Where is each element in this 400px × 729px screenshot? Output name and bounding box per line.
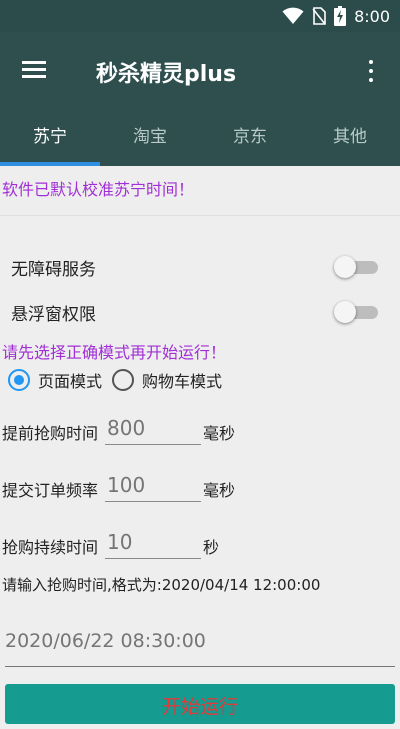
accessibility-label: 无障碍服务 [11,260,96,280]
tab-taobao[interactable]: 淘宝 [100,112,200,166]
battery-charging-icon [334,6,347,26]
status-bar: 8:00 [0,0,400,32]
divider [0,215,400,216]
cart-mode-radio[interactable] [112,369,135,391]
purchase-time-input[interactable] [5,616,395,667]
mode-warning: 请先选择正确模式再开始运行！ [2,343,227,362]
overlay-permission-label: 悬浮窗权限 [11,305,96,325]
no-sim-icon [312,7,326,25]
tab-suning[interactable]: 苏宁 [0,112,100,166]
advance-time-label: 提前抢购时间 [2,424,99,443]
overlay-permission-toggle[interactable] [334,299,380,323]
start-button[interactable]: 开始运行 [5,684,395,724]
page-mode-radio[interactable] [8,369,30,391]
tab-jingdong[interactable]: 京东 [200,112,300,166]
mode-radio-group: 页面模式 购物车模式 [8,366,232,394]
time-format-hint: 请输入抢购时间,格式为:2020/04/14 12:00:00 [2,576,321,594]
status-icons: 8:00 [282,6,390,26]
tab-other[interactable]: 其他 [300,112,400,166]
hamburger-menu-icon[interactable] [22,61,46,79]
status-time: 8:00 [354,6,390,26]
accessibility-toggle[interactable] [334,254,380,278]
calibration-notice: 软件已默认校准苏宁时间！ [2,180,195,199]
submit-frequency-label: 提交订单频率 [2,481,99,500]
duration-unit: 秒 [203,538,220,557]
advance-time-input[interactable] [105,412,201,445]
app-bar: 秒杀精灵plus [0,32,400,112]
app-title: 秒杀精灵plus [96,62,237,87]
duration-input[interactable] [105,526,201,559]
advance-time-unit: 毫秒 [203,424,236,443]
cart-mode-label[interactable]: 购物车模式 [142,368,222,392]
tab-bar: 苏宁 淘宝 京东 其他 [0,112,400,166]
wifi-icon [282,7,304,24]
more-vert-icon[interactable] [364,58,378,86]
duration-label: 抢购持续时间 [2,538,99,557]
page-mode-label[interactable]: 页面模式 [38,368,102,392]
submit-frequency-input[interactable] [105,469,201,502]
submit-frequency-unit: 毫秒 [203,481,236,500]
